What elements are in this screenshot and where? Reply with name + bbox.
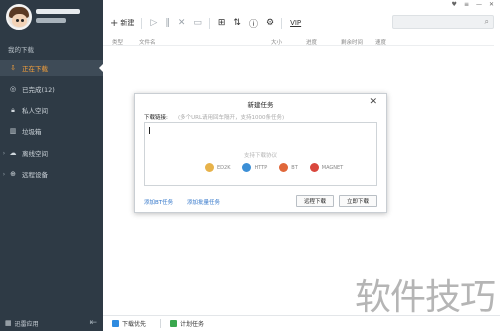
check-circle-icon: ◎ (9, 85, 17, 93)
sidebar-item-completed[interactable]: ◎ 已完成(12) (0, 81, 103, 97)
url-textarea[interactable]: 支持下载协议 ED2K HTTP BT MAGNET (144, 122, 377, 186)
pause-icon[interactable]: ‖ (165, 18, 170, 28)
search-input[interactable]: ⌕ (392, 15, 494, 29)
grid-view-icon[interactable]: ⊞ (218, 18, 226, 28)
add-bt-task-link[interactable]: 添加BT任务 (144, 198, 173, 206)
globe-icon: ⊕ (10, 170, 16, 178)
title-bar: ♥ ≡ — ✕ (103, 0, 500, 9)
download-priority-label: 下载优先 (122, 321, 147, 328)
watermark-text: 软件技巧 (355, 277, 496, 318)
text-cursor (149, 127, 150, 134)
sidebar-item-label: 私人空间 (22, 107, 48, 115)
protocol-label: ED2K (217, 164, 231, 171)
sidebar-item-remote-devices[interactable]: › ⊕ 远程设备 (0, 166, 103, 182)
close-icon[interactable]: ✕ (369, 97, 377, 107)
close-window-icon[interactable]: ✕ (489, 1, 494, 8)
minimize-icon[interactable]: — (476, 1, 482, 8)
download-priority-toggle[interactable]: 下载优先 (112, 319, 146, 328)
ed2k-icon (205, 163, 214, 172)
skin-icon[interactable]: ♥ (452, 1, 457, 8)
collapse-sidebar-icon[interactable]: ⇤ (89, 318, 97, 328)
settings-gear-icon[interactable]: ⚙ (266, 18, 274, 28)
schedule-icon (170, 320, 178, 327)
play-icon[interactable]: ▷ (150, 18, 157, 28)
column-type[interactable]: 类型 (112, 38, 123, 46)
cloud-icon: ☁︎ (9, 149, 17, 157)
expand-chevron-icon[interactable]: › (0, 171, 8, 178)
task-list-header: 类型 文件名 大小 进度 剩余时间 速度 (103, 36, 500, 46)
plus-icon: + (110, 17, 119, 29)
vip-badge[interactable]: VIP (290, 19, 301, 27)
link-hint: (多个URL请用回车隔开，支持1000条任务) (178, 115, 285, 121)
delete-icon[interactable]: ✕ (178, 18, 186, 28)
protocol-magnet: MAGNET (309, 163, 344, 172)
column-progress[interactable]: 进度 (306, 38, 317, 46)
scheduled-task-label: 计划任务 (180, 321, 205, 328)
avatar-eye (16, 19, 19, 22)
bt-icon (279, 163, 289, 172)
toolbar-divider (208, 17, 210, 29)
protocols-title: 支持下载协议 (243, 153, 277, 159)
http-icon (242, 163, 252, 172)
download-arrow-icon: ⇩ (10, 64, 16, 72)
sidebar-item-private-space[interactable]: 🔒︎ 私人空间 (0, 102, 103, 118)
remote-download-button[interactable]: 远程下载 (296, 195, 334, 207)
info-icon[interactable]: ⓘ (249, 17, 258, 30)
column-remaining-time[interactable]: 剩余时间 (341, 38, 363, 46)
apps-label[interactable]: 迅雷应用 (15, 319, 39, 328)
new-task-button[interactable]: + 新建 (110, 18, 134, 29)
protocol-label: HTTP (254, 164, 268, 171)
avatar-face (12, 14, 27, 27)
folder-icon[interactable]: ▭ (193, 18, 202, 28)
username-redacted (36, 9, 80, 14)
column-size[interactable]: 大小 (271, 38, 282, 46)
toolbar-divider (281, 17, 283, 29)
link-label: 下载链接: (144, 115, 168, 121)
new-task-label: 新建 (120, 19, 135, 27)
toolbar-divider (141, 17, 143, 29)
sidebar-item-downloading[interactable]: ⇩ 正在下载 (0, 60, 103, 76)
trash-icon: ▥ (9, 127, 17, 135)
sidebar-item-label: 垃圾箱 (22, 128, 42, 136)
protocol-list: ED2K HTTP BT MAGNET (205, 163, 343, 172)
sidebar-item-trash[interactable]: ▥ 垃圾箱 (0, 123, 103, 139)
column-speed[interactable]: 速度 (375, 38, 386, 46)
active-pointer (99, 64, 103, 72)
sidebar-bottom-bar: ▦ 迅雷应用 ⇤ (0, 315, 103, 331)
protocol-ed2k: ED2K (205, 163, 230, 172)
sidebar-item-label: 离线空间 (22, 150, 48, 158)
protocol-label: MAGNET (321, 164, 344, 171)
window-controls: ♥ ≡ — ✕ (452, 1, 494, 8)
avatar-eye (21, 19, 24, 22)
dialog-title: 新建任务 (247, 101, 274, 109)
user-level-redacted (36, 18, 66, 23)
column-filename[interactable]: 文件名 (139, 38, 156, 46)
protocol-label: BT (291, 164, 298, 171)
sort-icon[interactable]: ⇅ (233, 18, 241, 28)
sidebar-section-title: 我的下载 (8, 46, 34, 54)
sidebar-item-label: 已完成(12) (22, 86, 55, 94)
divider (160, 319, 162, 328)
sidebar-item-label: 远程设备 (22, 171, 48, 179)
search-icon[interactable]: ⌕ (485, 17, 489, 27)
menu-icon[interactable]: ≡ (464, 1, 469, 8)
lock-icon: 🔒︎ (11, 105, 15, 114)
avatar[interactable] (6, 4, 32, 30)
add-batch-task-link[interactable]: 添加批量任务 (187, 198, 220, 206)
sidebar: 我的下载 ⇩ 正在下载 ◎ 已完成(12) 🔒︎ 私人空间 ▥ 垃圾箱 › ☁︎… (0, 0, 103, 331)
sidebar-item-offline-space[interactable]: › ☁︎ 离线空间 (0, 145, 103, 161)
magnet-icon (309, 163, 319, 172)
protocol-bt: BT (279, 163, 298, 172)
user-profile[interactable] (0, 0, 103, 35)
toolbar: + 新建 ▷ ‖ ✕ ▭ ⊞ ⇅ ⓘ ⚙ VIP ⌕ (103, 13, 500, 33)
scheduled-task-toggle[interactable]: 计划任务 (170, 319, 204, 328)
expand-chevron-icon[interactable]: › (0, 150, 8, 157)
apps-grid-icon: ▦ (5, 319, 12, 327)
priority-icon (112, 320, 119, 327)
download-now-button[interactable]: 立即下载 (339, 195, 377, 207)
new-task-dialog: 新建任务 ✕ 下载链接: (多个URL请用回车隔开，支持1000条任务) 支持下… (134, 93, 387, 213)
protocol-http: HTTP (242, 163, 267, 172)
sidebar-item-label: 正在下载 (22, 65, 48, 73)
